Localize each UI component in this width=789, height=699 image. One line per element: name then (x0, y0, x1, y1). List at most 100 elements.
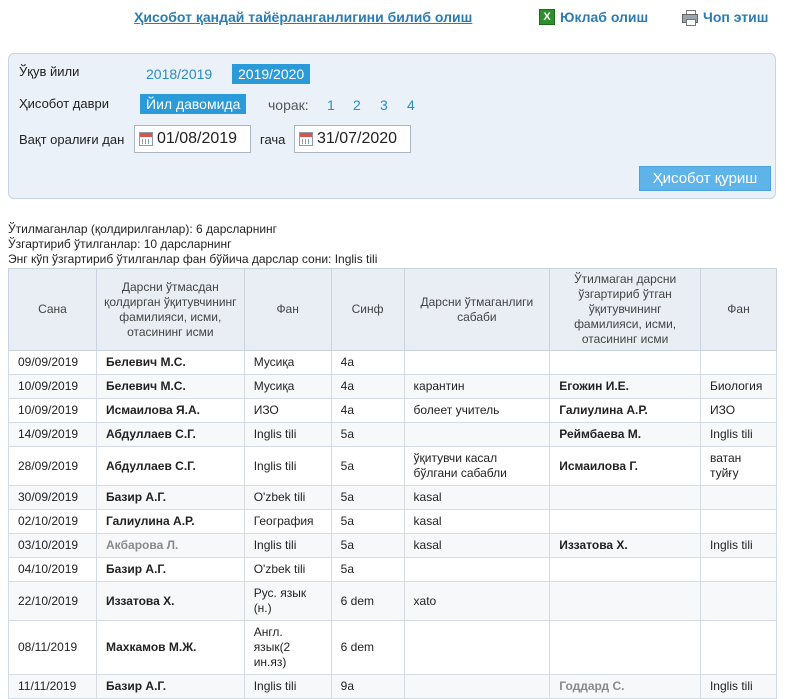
date-from-input[interactable] (157, 130, 247, 148)
date-cell: 22/10/2019 (8, 581, 97, 621)
filter-panel: Ўқув йили 2018/2019 2019/2020 Ҳисобот да… (8, 53, 776, 199)
substitute-teacher-cell[interactable] (549, 620, 701, 675)
substitute-teacher-cell[interactable] (549, 485, 701, 510)
substitute-teacher-cell[interactable]: Иззатова Х. (549, 533, 701, 558)
subject-cell: Рус. язык (н.) (243, 581, 332, 621)
reason-cell (403, 422, 551, 447)
subject-cell: Inglis tili (243, 446, 332, 486)
subject-cell: Англ. язык(2 ин.яз) (243, 620, 332, 675)
quarter-option-1[interactable]: 1 (327, 97, 335, 113)
reason-cell: болеет учитель (403, 398, 551, 423)
reason-cell: kasal (403, 509, 551, 534)
substitute-subject-cell (699, 620, 778, 675)
class-cell: 5a (330, 422, 405, 447)
substitute-teacher-cell[interactable]: Реймбаева М. (549, 422, 701, 447)
year-option-2018-2019[interactable]: 2018/2019 (146, 66, 212, 82)
absent-teacher-cell[interactable]: Базир А.Г. (95, 557, 245, 582)
substitute-teacher-cell[interactable]: Исмаилова Г. (549, 446, 701, 486)
absent-teacher-cell[interactable]: Иззатова Х. (95, 581, 245, 621)
period-option-year[interactable]: Йил давомида (140, 94, 247, 114)
absent-teacher-cell[interactable]: Белевич М.С. (95, 374, 245, 399)
substitute-subject-cell (699, 509, 778, 534)
col-header-substitute-teacher[interactable]: Ўтилмаган дарсни ўзгартириб ўтган ўқитув… (549, 268, 701, 351)
absent-teacher-cell[interactable]: Абдуллаев С.Г. (95, 446, 245, 486)
calendar-icon[interactable] (139, 132, 153, 146)
absent-teacher-cell[interactable]: Махкамов М.Ж. (95, 620, 245, 675)
absent-teacher-cell[interactable]: Галиулина А.Р. (95, 509, 245, 534)
absent-teacher-cell[interactable]: Абдуллаев С.Г. (95, 422, 245, 447)
absent-teacher-cell[interactable]: Базир А.Г. (95, 485, 245, 510)
substitute-teacher-cell[interactable] (549, 557, 701, 582)
class-cell: 9a (330, 674, 405, 699)
table-row: 09/09/2019 Белевич М.С. Мусиқа 4a (8, 350, 778, 375)
col-header-class[interactable]: Синф (330, 268, 405, 351)
subject-cell: Мусиқа (243, 350, 332, 375)
table-row: 04/10/2019 Базир А.Г. O'zbek tili 5a (8, 557, 778, 582)
class-cell: 5a (330, 485, 405, 510)
reason-cell: ўқитувчи касал бўлгани сабабли (403, 446, 551, 486)
substitute-teacher-cell[interactable] (549, 350, 701, 375)
reason-cell: kasal (403, 533, 551, 558)
class-cell: 4a (330, 350, 405, 375)
substitute-teacher-cell[interactable]: Галиулина А.Р. (549, 398, 701, 423)
calendar-icon[interactable] (299, 132, 313, 146)
substitute-subject-cell (699, 557, 778, 582)
reason-cell (403, 350, 551, 375)
substitute-teacher-cell[interactable] (549, 581, 701, 621)
reason-cell (403, 557, 551, 582)
col-header-absent-teacher[interactable]: Дарсни ўтмасдан қолдирган ўқитувчининг ф… (95, 268, 245, 351)
absent-teacher-cell[interactable]: Белевич М.С. (95, 350, 245, 375)
absent-teacher-cell[interactable]: Исмаилова Я.А. (95, 398, 245, 423)
substitute-subject-cell: Inglis tili (699, 674, 778, 699)
date-cell: 02/10/2019 (8, 509, 97, 534)
col-header-reason[interactable]: Дарсни ўтмаганлиги сабаби (403, 268, 551, 351)
substitute-subject-cell (699, 350, 778, 375)
substitute-teacher-cell[interactable] (549, 509, 701, 534)
date-cell: 11/11/2019 (8, 674, 97, 699)
table-row: 22/10/2019 Иззатова Х. Рус. язык (н.) 6 dem… (8, 581, 778, 621)
excel-icon: X (539, 9, 555, 25)
table-row: 10/09/2019 Исмаилова Я.А. ИЗО 4a болеет учит… (8, 398, 778, 423)
col-header-subject[interactable]: Фан (243, 268, 332, 351)
summary-missed: Ўтилмаганлар (қолдирилганлар): 6 дарслар… (8, 222, 278, 236)
substitute-subject-cell: Биология (699, 374, 778, 399)
report-table: Сана Дарсни ўтмасдан қолдирган ўқитувчин… (8, 268, 778, 699)
date-cell: 08/11/2019 (8, 620, 97, 675)
quarter-option-2[interactable]: 2 (353, 97, 361, 113)
year-option-2019-2020[interactable]: 2019/2020 (232, 64, 311, 84)
date-cell: 30/09/2019 (8, 485, 97, 510)
date-to-field[interactable] (294, 125, 411, 153)
substitute-teacher-cell[interactable]: Егожин И.Е. (549, 374, 701, 399)
col-header-substitute-subject[interactable]: Фан (699, 268, 778, 351)
absent-teacher-cell[interactable]: Базир А.Г. (95, 674, 245, 699)
absent-teacher-cell[interactable]: Акбарова Л. (95, 533, 245, 558)
date-to-input[interactable] (317, 130, 407, 148)
date-from-field[interactable] (134, 125, 251, 153)
date-cell: 10/09/2019 (8, 374, 97, 399)
excel-download-link[interactable]: X Юклаб олиш (539, 9, 648, 25)
table-row: 11/11/2019 Базир А.Г. Inglis tili 9a Годдард… (8, 674, 778, 699)
date-cell: 28/09/2019 (8, 446, 97, 486)
summary-replaced: Ўзгартириб ўтилганлар: 10 дарсларнинг (8, 237, 232, 251)
substitute-subject-cell (699, 485, 778, 510)
reason-cell: карантин (403, 374, 551, 399)
table-row: 14/09/2019 Абдуллаев С.Г. Inglis tili 5a Рей… (8, 422, 778, 447)
substitute-teacher-cell[interactable]: Годдард С. (549, 674, 701, 699)
date-to-label: гача (260, 132, 286, 147)
quarter-option-3[interactable]: 3 (380, 97, 388, 113)
table-row: 03/10/2019 Акбарова Л. Inglis tili 5a kasal И… (8, 533, 778, 558)
reason-cell: xato (403, 581, 551, 621)
substitute-subject-cell: ватан туйғу (699, 446, 778, 486)
help-link[interactable]: Ҳисобот қандай тайёрланганлигини билиб о… (134, 9, 472, 25)
printer-icon (682, 10, 698, 26)
build-report-button[interactable]: Ҳисобот қуриш (639, 166, 771, 191)
col-header-date[interactable]: Сана (8, 268, 97, 351)
substitute-subject-cell (699, 581, 778, 621)
summary-top-subject: Энг кўп ўзгартириб ўтилганлар фан бўйича… (8, 252, 378, 266)
quarter-option-4[interactable]: 4 (407, 97, 415, 113)
print-link[interactable]: Чоп этиш (682, 9, 769, 26)
subject-cell: O'zbek tili (243, 557, 332, 582)
date-cell: 10/09/2019 (8, 398, 97, 423)
print-label: Чоп этиш (703, 9, 769, 25)
excel-download-label: Юклаб олиш (560, 9, 649, 25)
